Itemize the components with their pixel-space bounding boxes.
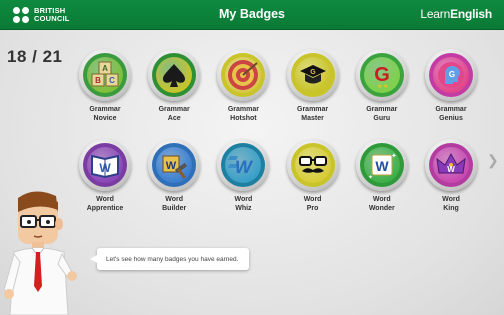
badge-word-pro[interactable]: Word Pro xyxy=(283,139,343,213)
badge-medal[interactable]: W xyxy=(425,139,477,191)
letter-g-stars-icon: G ★ ★ xyxy=(363,57,400,93)
badge-grammar-genius[interactable]: G Grammar Genius xyxy=(421,49,481,123)
badge-label: Word King xyxy=(421,195,481,213)
badge-grammar-ace[interactable]: Grammar Ace xyxy=(144,49,204,123)
spade-icon xyxy=(156,57,193,93)
learnenglish-logo: LearnEnglish xyxy=(420,7,492,21)
badge-label-line2: Guru xyxy=(373,115,391,122)
badge-label-line1: Grammar xyxy=(158,106,190,113)
teacher-character-illustration xyxy=(4,191,77,315)
svg-text:G: G xyxy=(310,69,316,76)
svg-text:B: B xyxy=(95,76,101,85)
badge-label-line1: Word xyxy=(442,196,460,203)
svg-text:A: A xyxy=(102,64,108,73)
badge-label: Word Pro xyxy=(283,195,343,213)
speech-bubble: Let's see how many badges you have earne… xyxy=(90,248,249,270)
brain-head-icon: G xyxy=(433,57,469,93)
badge-medal[interactable]: W xyxy=(148,139,201,191)
glasses-mustache-icon xyxy=(294,147,331,183)
badge-word-builder[interactable]: W Word Builder xyxy=(144,139,204,213)
badge-label-line1: Word xyxy=(234,196,253,203)
badge-medal[interactable] xyxy=(286,139,339,191)
svg-text:★: ★ xyxy=(377,83,382,90)
learn-suffix: English xyxy=(450,7,492,21)
badge-label-line1: Grammar xyxy=(366,106,398,113)
sparkle-w-icon: W ✦ ✦ xyxy=(363,147,400,183)
badge-grammar-master[interactable]: G Grammar Master xyxy=(283,49,343,123)
svg-text:★: ★ xyxy=(383,83,388,90)
badge-label-line2: Pro xyxy=(306,205,319,212)
badge-medal[interactable]: G xyxy=(425,49,477,101)
svg-text:G: G xyxy=(449,70,455,79)
badge-label-line2: Genius xyxy=(439,115,463,122)
badge-label-line1: Grammar xyxy=(297,106,329,113)
badge-label: Grammar Novice xyxy=(75,105,135,123)
badge-label-line1: Grammar xyxy=(89,106,121,113)
badge-label: Word Wonder xyxy=(352,195,412,213)
badge-label-line2: Novice xyxy=(93,115,117,122)
badge-medal[interactable]: W xyxy=(217,139,270,191)
badge-label: Word Builder xyxy=(144,195,204,213)
badge-word-king[interactable]: W Word King xyxy=(421,139,481,213)
svg-text:G: G xyxy=(374,64,390,86)
badge-label-line1: Word xyxy=(372,196,391,203)
abc-blocks-icon: ABC xyxy=(87,57,123,93)
badge-progress-count: 18 / 21 xyxy=(7,47,63,66)
badge-label: Word Apprentice xyxy=(75,195,135,213)
svg-text:W: W xyxy=(166,160,177,172)
badge-label: Word Whiz xyxy=(213,195,273,213)
badge-word-whiz[interactable]: W Word Whiz xyxy=(213,139,273,213)
badge-label-line2: Hotshot xyxy=(230,115,257,122)
fast-w-icon: W xyxy=(225,147,262,183)
badge-medal[interactable] xyxy=(148,49,201,101)
badge-label-line1: Word xyxy=(303,196,322,203)
badge-label: Grammar Guru xyxy=(352,105,412,123)
svg-text:W: W xyxy=(233,157,255,177)
badge-label-line2: Master xyxy=(301,115,324,122)
badge-medal[interactable]: W ✦ ✦ xyxy=(355,139,408,191)
badge-word-apprentice[interactable]: W Word Apprentice xyxy=(75,139,135,213)
badge-medal[interactable]: G xyxy=(286,49,339,101)
badge-label: Grammar Master xyxy=(283,105,343,123)
badge-label-line1: Word xyxy=(96,196,114,203)
badge-medal[interactable] xyxy=(217,49,270,101)
badge-label-line1: Grammar xyxy=(227,106,259,113)
svg-text:W: W xyxy=(447,165,455,174)
badge-label-line2: Wonder xyxy=(368,205,395,212)
top-bar: BRITISH COUNCIL My Badges LearnEnglish xyxy=(0,0,504,30)
badge-grammar-novice[interactable]: A B C Grammar Novice xyxy=(75,49,135,123)
badge-label-line2: Ace xyxy=(167,115,181,122)
badge-grammar-hotshot[interactable]: Grammar Hotshot xyxy=(213,49,273,123)
badge-medal[interactable]: G ★ ★ xyxy=(355,49,408,101)
badge-label-line2: King xyxy=(443,205,459,212)
badge-grammar-guru[interactable]: G ★ ★ Grammar Guru xyxy=(352,49,412,123)
target-icon xyxy=(225,57,262,93)
next-page-chevron-icon[interactable]: ❯ xyxy=(487,152,499,169)
badge-label-line1: Word xyxy=(165,196,184,203)
badge-medal[interactable]: W xyxy=(79,139,131,191)
badge-label-line2: Builder xyxy=(162,205,187,212)
badge-label-line1: Grammar xyxy=(435,106,467,113)
svg-text:✦: ✦ xyxy=(391,152,397,160)
badge-label: Grammar Genius xyxy=(421,105,481,123)
learn-prefix: Learn xyxy=(420,7,451,21)
badge-word-wonder[interactable]: W ✦ ✦ Word Wonder xyxy=(352,139,412,213)
open-book-icon: W xyxy=(87,147,123,183)
crown-icon: W xyxy=(433,147,469,183)
hammer-w-icon: W xyxy=(156,147,193,183)
badge-medal[interactable]: ABC xyxy=(79,49,131,101)
badge-label: Grammar Ace xyxy=(144,105,204,123)
graduation-cap-icon: G xyxy=(294,57,331,93)
badge-label-line2: Apprentice xyxy=(86,205,124,212)
badge-label-line2: Whiz xyxy=(235,205,252,212)
svg-text:W: W xyxy=(375,158,389,174)
svg-text:C: C xyxy=(109,76,115,85)
svg-text:W: W xyxy=(99,161,111,175)
speech-bubble-text: Let's see how many badges you have earne… xyxy=(106,255,239,263)
badge-label: Grammar Hotshot xyxy=(213,105,273,123)
svg-text:✦: ✦ xyxy=(368,174,373,180)
